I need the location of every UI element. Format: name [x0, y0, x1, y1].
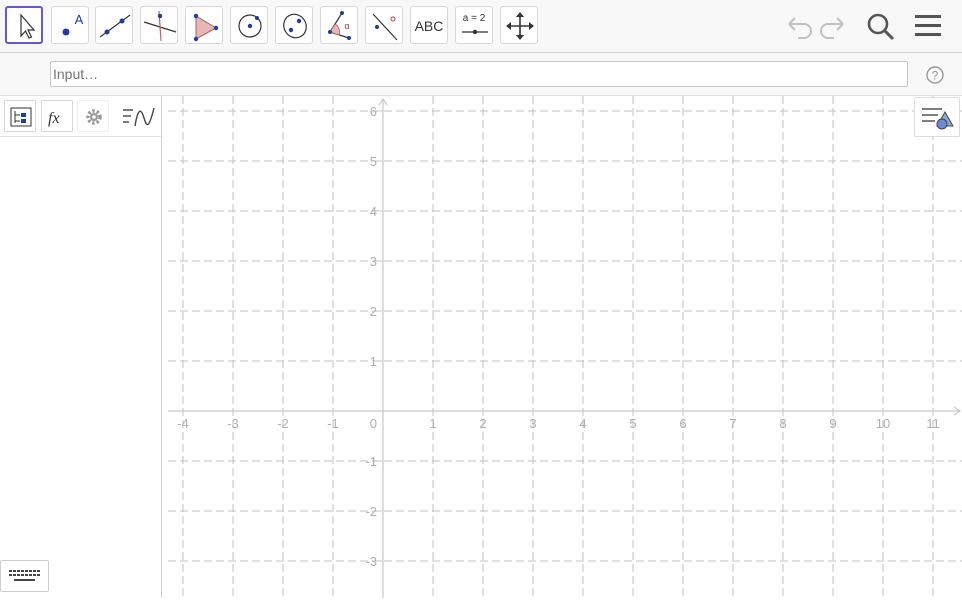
sort-objects-button[interactable]	[4, 100, 36, 132]
x-tick-label: 9	[829, 416, 836, 431]
move-graphics-tool[interactable]	[500, 6, 538, 44]
graph-lines-icon	[123, 107, 155, 127]
y-tick-label: -3	[365, 554, 377, 569]
undo-button[interactable]	[780, 8, 816, 44]
line-icon	[99, 14, 131, 38]
keyboard-button[interactable]	[0, 560, 49, 592]
perpendicular-line-icon	[143, 10, 177, 42]
ellipse-icon	[283, 13, 307, 39]
angle-tool-label: α	[344, 21, 350, 31]
y-tick-label: 2	[370, 304, 377, 319]
svg-text:fx: fx	[48, 110, 60, 127]
y-tick-label: -2	[365, 504, 377, 519]
angle-tool[interactable]: α	[320, 6, 358, 44]
text-tool[interactable]: ABC	[410, 6, 448, 44]
search-button[interactable]	[862, 8, 898, 44]
x-tick-label: 3	[529, 416, 536, 431]
axes	[168, 97, 962, 598]
redo-button[interactable]	[816, 8, 852, 44]
polygon-tool[interactable]	[185, 6, 223, 44]
graph-style-button[interactable]	[118, 100, 158, 132]
x-tick-label: 6	[679, 416, 686, 431]
slider-icon	[462, 29, 488, 35]
style-bar-icon	[922, 108, 954, 130]
search-icon	[867, 13, 895, 41]
y-tick-label: 6	[370, 104, 377, 119]
input-help-button[interactable]: ?	[925, 65, 945, 90]
menu-button[interactable]	[910, 8, 946, 44]
svg-text:?: ?	[932, 69, 939, 83]
y-tick-label: 1	[370, 354, 377, 369]
slider-tool[interactable]: a = 2	[455, 6, 493, 44]
gear-icon	[86, 109, 102, 125]
tree-icon	[10, 107, 32, 127]
move-arrows-icon	[506, 12, 534, 40]
algebra-view: fx	[0, 96, 162, 598]
y-tick-label: 4	[370, 204, 377, 219]
x-tick-label: -4	[177, 416, 189, 431]
algebra-divider	[0, 136, 161, 137]
x-tick-label: -3	[227, 416, 239, 431]
x-tick-label: 4	[579, 416, 586, 431]
x-tick-label: 0	[370, 416, 377, 431]
x-tick-label: 1	[429, 416, 436, 431]
y-tick-label: 5	[370, 154, 377, 169]
x-tick-label: 11	[926, 416, 940, 431]
point-tool[interactable]: A	[51, 6, 89, 44]
circle-tool[interactable]	[230, 6, 268, 44]
line-tool[interactable]	[95, 6, 133, 44]
keyboard-icon	[9, 570, 40, 581]
graphics-style-bar-button[interactable]	[914, 97, 960, 137]
x-tick-label: 8	[779, 416, 786, 431]
grid-lines	[168, 96, 962, 598]
circle-icon	[238, 14, 262, 38]
x-tick-label: 5	[629, 416, 636, 431]
y-tick-label: -1	[365, 454, 377, 469]
y-tick-label: 3	[370, 254, 377, 269]
hamburger-menu-icon	[915, 15, 941, 36]
algebra-description-button[interactable]: fx	[41, 100, 73, 132]
move-tool[interactable]	[5, 6, 43, 44]
text-tool-label: ABC	[414, 18, 444, 34]
input-field[interactable]	[50, 61, 908, 87]
reflect-line-icon	[372, 13, 398, 41]
polygon-icon	[193, 13, 219, 42]
x-tick-label: -2	[277, 416, 289, 431]
redo-icon	[820, 17, 844, 39]
conic-tool[interactable]	[275, 6, 313, 44]
point-tool-label: A	[74, 12, 84, 27]
reflect-tool[interactable]	[365, 6, 403, 44]
x-tick-label: 10	[876, 416, 890, 431]
toolbar: A α ABC a = 2	[0, 0, 962, 53]
x-tick-label: -1	[327, 416, 339, 431]
graphics-view[interactable]: -4 -3 -2 -1 0 1 2 3 4 5 6 7 8 9 10 11 1 2 3 4 5 6 -1 -2 -3	[168, 96, 962, 598]
input-bar	[0, 53, 962, 96]
fx-icon: fx	[48, 110, 60, 127]
tick-labels: -4 -3 -2 -1 0 1 2 3 4 5 6 7 8 9 10 11123456-1-2-3	[177, 104, 940, 569]
coordinate-grid: -4 -3 -2 -1 0 1 2 3 4 5 6 7 8 9 10 11123456-1-2-3	[168, 96, 962, 598]
perpendicular-tool[interactable]	[140, 6, 178, 44]
undo-icon	[788, 17, 812, 39]
x-tick-label: 7	[729, 416, 736, 431]
cursor-arrow-icon	[20, 13, 36, 39]
help-icon: ?	[926, 66, 944, 84]
x-tick-label: 2	[479, 416, 486, 431]
algebra-settings-button[interactable]	[77, 100, 109, 132]
